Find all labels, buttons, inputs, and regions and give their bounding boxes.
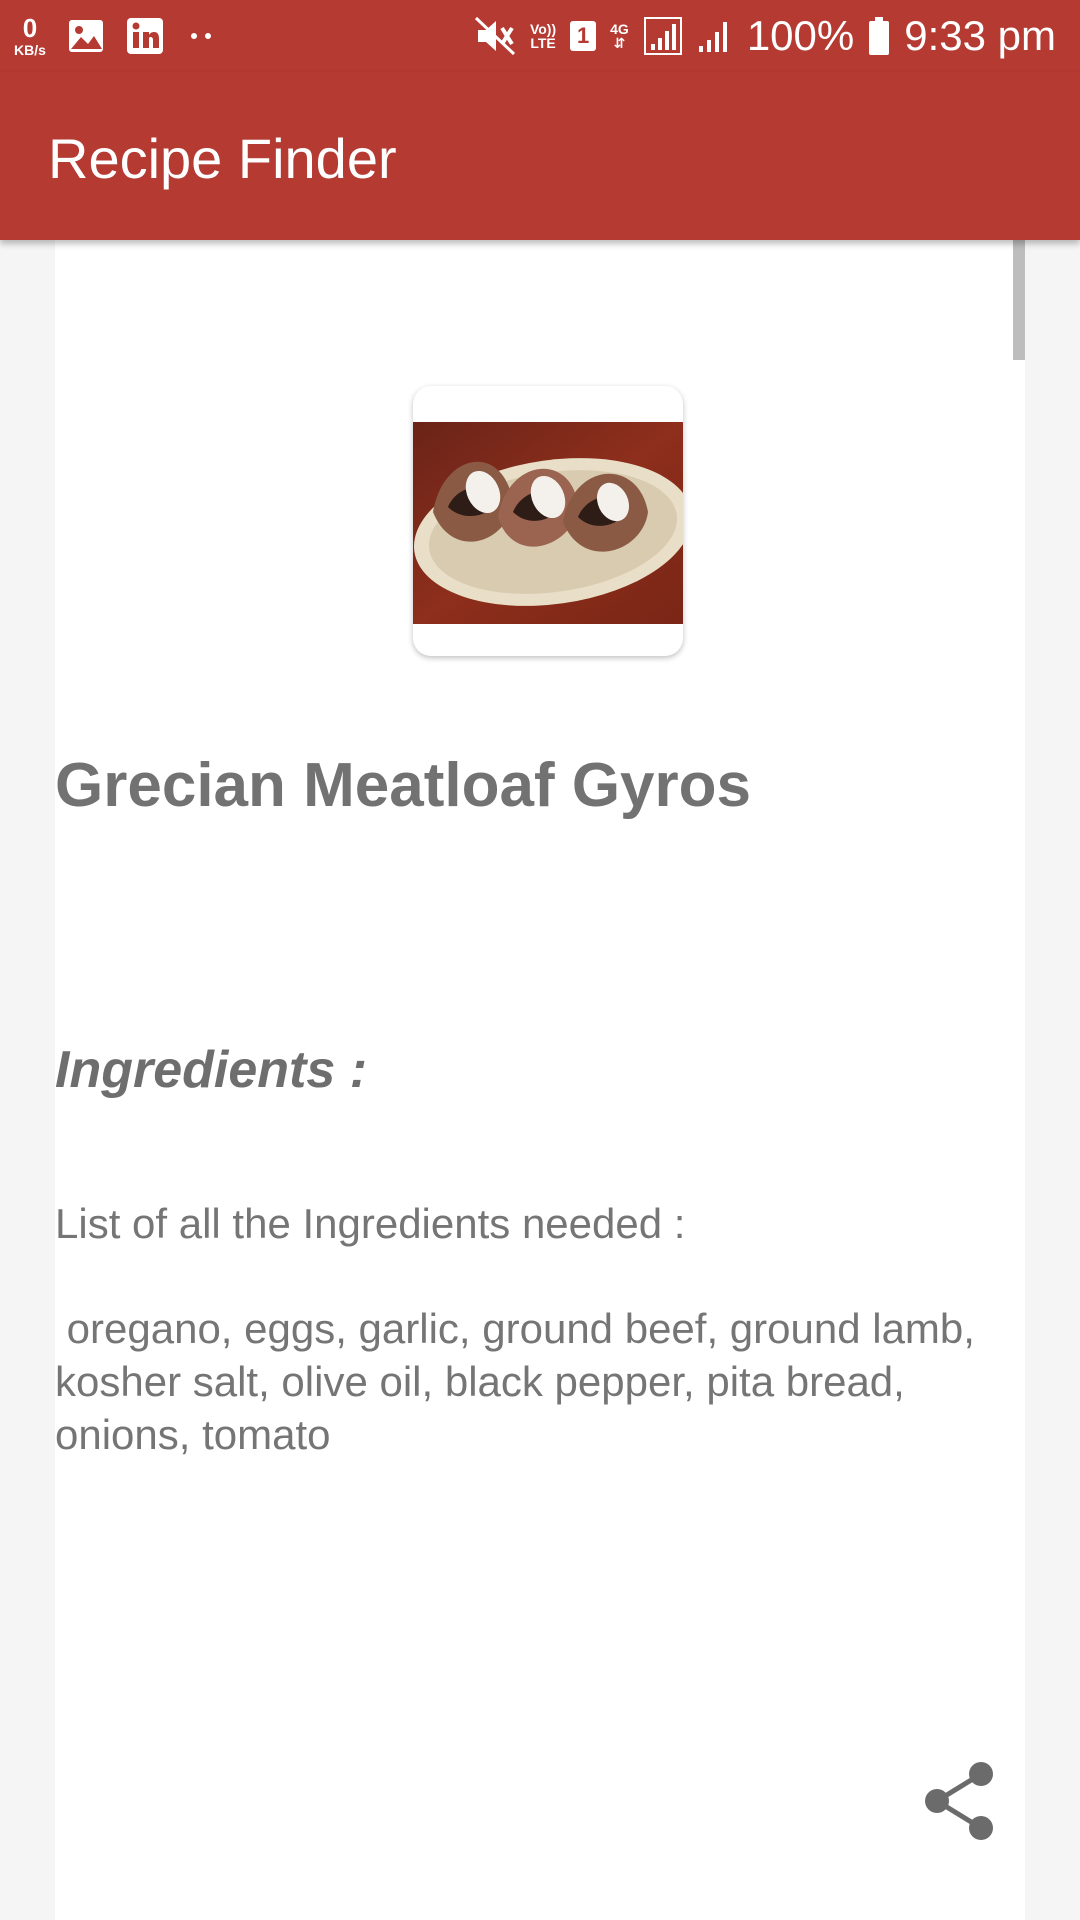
status-bar: 0 KB/s Vo)) LTE 1 4G ⇵ 100% 9:33 pm [0, 0, 1080, 72]
ingredients-list: oregano, eggs, garlic, ground beef, grou… [55, 1305, 987, 1458]
share-icon[interactable] [915, 1756, 1005, 1846]
app-bar: Recipe Finder [0, 72, 1080, 240]
gallery-icon [68, 20, 103, 52]
network-speed-value: 0 [22, 13, 38, 43]
sim-slot-icon: 1 [570, 21, 597, 51]
volte-bottom-label: LTE [530, 35, 556, 51]
mute-icon [474, 16, 515, 56]
volte-indicator: Vo)) LTE [530, 22, 556, 50]
network-speed-unit: KB/s [14, 42, 46, 58]
network-type-label: 4G [610, 21, 629, 37]
recipe-title: Grecian Meatloaf Gyros [55, 751, 752, 820]
network-type-indicator: 4G ⇵ [610, 22, 629, 50]
recipe-detail-card[interactable]: Grecian Meatloaf Gyros Ingredients : Lis… [55, 240, 1025, 1920]
signal-strength-icon [643, 17, 682, 55]
scrollbar[interactable] [1013, 240, 1025, 360]
status-bar-right: Vo)) LTE 1 4G ⇵ 100% 9:33 pm [474, 8, 1056, 64]
status-bar-left: 0 KB/s [14, 10, 216, 62]
more-notifications-icon [190, 33, 211, 39]
data-arrows-icon: ⇵ [613, 35, 626, 51]
clock: 9:33 pm [904, 12, 1056, 59]
battery-icon [869, 17, 890, 55]
ingredients-intro: List of all the Ingredients needed : [55, 1200, 686, 1247]
battery-percentage: 100% [746, 12, 855, 59]
app-title: Recipe Finder [48, 127, 397, 190]
recipe-image-card[interactable] [413, 386, 683, 656]
signal-strength-2-icon [698, 22, 727, 52]
volte-top-label: Vo)) [529, 21, 557, 37]
network-speed-indicator: 0 KB/s [14, 15, 46, 57]
recipe-image [413, 422, 683, 624]
ingredients-heading: Ingredients : [55, 1041, 368, 1099]
linkedin-icon [126, 18, 163, 54]
